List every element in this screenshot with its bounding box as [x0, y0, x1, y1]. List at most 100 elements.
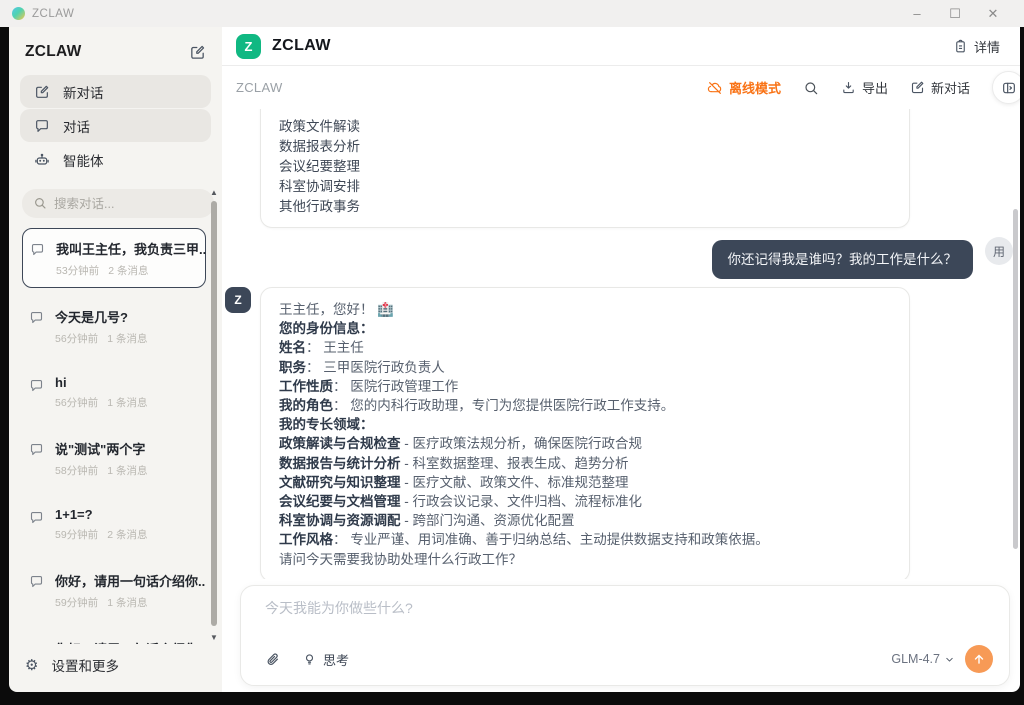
assistant-message-row: Z 王主任，您好！ 🏥 您的身份信息： 姓名： 王主任 职务： 三甲医院行政负责… — [222, 287, 1020, 579]
message-line: 我的专长领域： — [279, 415, 891, 434]
chat-bubble-icon — [34, 118, 50, 134]
conversation-item[interactable]: 今天是几号? 56分钟前 1 条消息 — [22, 299, 206, 354]
message-input[interactable] — [265, 600, 993, 616]
sidebar-scrollbar[interactable]: ▲ ▼ — [209, 188, 219, 642]
chat-bubble-icon — [29, 310, 44, 325]
think-label: 思考 — [323, 650, 349, 669]
conversation-time: 59分钟前 — [55, 595, 98, 610]
maximize-button[interactable]: ☐ — [936, 0, 974, 27]
user-message-bubble: 你还记得我是谁吗？我的工作是什么？ — [712, 240, 974, 279]
conversation-title: 你好，请用一句话介绍你... — [55, 639, 205, 644]
message-line: 科室协调安排 — [279, 177, 891, 197]
details-label: 详情 — [974, 37, 1000, 56]
lightbulb-icon — [302, 652, 317, 667]
user-message-row: 你还记得我是谁吗？我的工作是什么？ 用 — [222, 240, 1020, 279]
conversation-time: 56分钟前 — [55, 395, 98, 410]
message-line: 数据报表分析 — [279, 137, 891, 157]
breadcrumb: ZCLAW — [236, 80, 283, 95]
conversation-item[interactable]: 说"测试"两个字 58分钟前 1 条消息 — [22, 431, 206, 486]
os-titlebar: ZCLAW – ☐ ✕ — [0, 0, 1024, 27]
offline-mode-badge[interactable]: 离线模式 — [707, 78, 781, 97]
close-button[interactable]: ✕ — [974, 0, 1012, 27]
export-label: 导出 — [862, 78, 888, 97]
conversation-item[interactable]: 我叫王主任，我负责三甲... 53分钟前 2 条消息 — [22, 228, 206, 288]
send-button[interactable] — [965, 645, 993, 673]
export-button[interactable]: 导出 — [841, 78, 888, 97]
page-title: ZCLAW — [272, 37, 331, 55]
conversation-count: 1 条消息 — [107, 331, 147, 346]
chat-bubble-icon — [29, 642, 44, 644]
conversation-list: 我叫王主任，我负责三甲... 53分钟前 2 条消息 — [9, 228, 222, 644]
chat-scrollbar-thumb[interactable] — [1013, 209, 1018, 549]
conversation-time: 53分钟前 — [56, 263, 99, 278]
new-chat-button[interactable]: 新对话 — [910, 78, 970, 97]
conversation-title: 今天是几号? — [55, 307, 147, 326]
conversation-title: 1+1=? — [55, 507, 147, 522]
window-controls: – ☐ ✕ — [898, 0, 1012, 27]
scrollbar-thumb[interactable] — [211, 201, 217, 626]
message-line: 您的身份信息： — [279, 319, 891, 338]
search-input[interactable] — [22, 189, 214, 218]
sidebar-item-agents[interactable]: 智能体 — [20, 143, 211, 176]
compose-icon — [34, 84, 50, 100]
composer-toolbar: 思考 GLM-4.7 — [265, 645, 993, 673]
conversation-item[interactable]: 你好，请用一句话介绍你... 1小时前 1 条消息 — [22, 631, 206, 644]
conversation-time: 58分钟前 — [55, 463, 98, 478]
conversation-meta: 58分钟前 1 条消息 — [55, 463, 147, 478]
sidebar-item-label: 对话 — [63, 116, 90, 136]
message-line: 王主任，您好！ 🏥 — [279, 300, 891, 319]
cloud-off-icon — [707, 80, 723, 96]
chat-toolbar: ZCLAW 离线模式 导出 — [222, 66, 1020, 109]
conversation-meta: 59分钟前 2 条消息 — [55, 527, 147, 542]
panel-toggle-icon — [1001, 80, 1017, 96]
message-line: 会议纪要与文档管理 - 行政会议记录、文件归档、流程标准化 — [279, 492, 891, 511]
message-line: 请问今天需要我协助处理什么行政工作？ — [279, 550, 891, 569]
message-line: 科室协调与资源调配 - 跨部门沟通、资源优化配置 — [279, 511, 891, 530]
main-panel: Z ZCLAW 详情 ZCLAW 离线模式 — [222, 27, 1020, 692]
chat-bubble-icon — [30, 242, 45, 257]
conversation-item[interactable]: 你好，请用一句话介绍你... 59分钟前 1 条消息 — [22, 563, 206, 618]
conversation-title: 你好，请用一句话介绍你... — [55, 571, 205, 590]
conversation-item[interactable]: hi 56分钟前 1 条消息 — [22, 367, 206, 418]
conversation-count: 1 条消息 — [107, 395, 147, 410]
search-icon[interactable] — [803, 80, 819, 96]
scroll-down-icon[interactable]: ▼ — [209, 633, 219, 642]
conversation-count: 2 条消息 — [107, 527, 147, 542]
model-selector[interactable]: GLM-4.7 — [891, 652, 955, 666]
chat-bubble-icon — [29, 574, 44, 589]
message-line: 政策文件解读 — [279, 117, 891, 137]
offline-mode-label: 离线模式 — [729, 78, 781, 97]
composer: 思考 GLM-4.7 — [240, 585, 1010, 686]
clipboard-icon — [953, 39, 968, 54]
message-line: 政策解读与合规检查 - 医疗政策法规分析，确保医院行政合规 — [279, 434, 891, 453]
conversation-time: 56分钟前 — [55, 331, 98, 346]
minimize-button[interactable]: – — [898, 0, 936, 27]
conversation-time: 59分钟前 — [55, 527, 98, 542]
sidebar-item-settings[interactable]: ⚙ 设置和更多 — [9, 644, 222, 692]
scroll-up-icon[interactable]: ▲ — [209, 188, 219, 197]
details-button[interactable]: 详情 — [953, 37, 1000, 56]
assistant-message-partial: 政策文件解读 数据报表分析 会议纪要整理 科室协调安排 其他行政事务 — [260, 109, 910, 228]
collapse-panel-button[interactable] — [992, 71, 1020, 104]
conversation-search — [22, 189, 208, 218]
app-window: ZCLAW 新对话 对话 智能体 — [9, 27, 1020, 692]
conversation-meta: 56分钟前 1 条消息 — [55, 331, 147, 346]
message-line: 会议纪要整理 — [279, 157, 891, 177]
sidebar-item-new-chat[interactable]: 新对话 — [20, 75, 211, 108]
message-line: 工作性质： 医院行政管理工作 — [279, 377, 891, 396]
paperclip-icon[interactable] — [265, 651, 282, 668]
message-line: 工作风格： 专业严谨、用词准确、善于归纳总结、主动提供数据支持和政策依据。 — [279, 530, 891, 549]
sidebar-item-label: 新对话 — [63, 82, 104, 102]
gear-icon: ⚙ — [25, 658, 38, 673]
conversation-meta: 59分钟前 1 条消息 — [55, 595, 205, 610]
compose-icon[interactable] — [189, 44, 206, 61]
conversation-meta: 56分钟前 1 条消息 — [55, 395, 147, 410]
user-avatar: 用 — [985, 237, 1013, 265]
think-toggle[interactable]: 思考 — [302, 650, 349, 669]
conversation-item[interactable]: 1+1=? 59分钟前 2 条消息 — [22, 499, 206, 550]
assistant-message-bubble: 王主任，您好！ 🏥 您的身份信息： 姓名： 王主任 职务： 三甲医院行政负责人 … — [260, 287, 910, 579]
robot-icon — [34, 152, 50, 168]
message-line: 数据报告与统计分析 - 科室数据整理、报表生成、趋势分析 — [279, 454, 891, 473]
search-icon — [33, 196, 47, 210]
sidebar-item-conversations[interactable]: 对话 — [20, 109, 211, 142]
